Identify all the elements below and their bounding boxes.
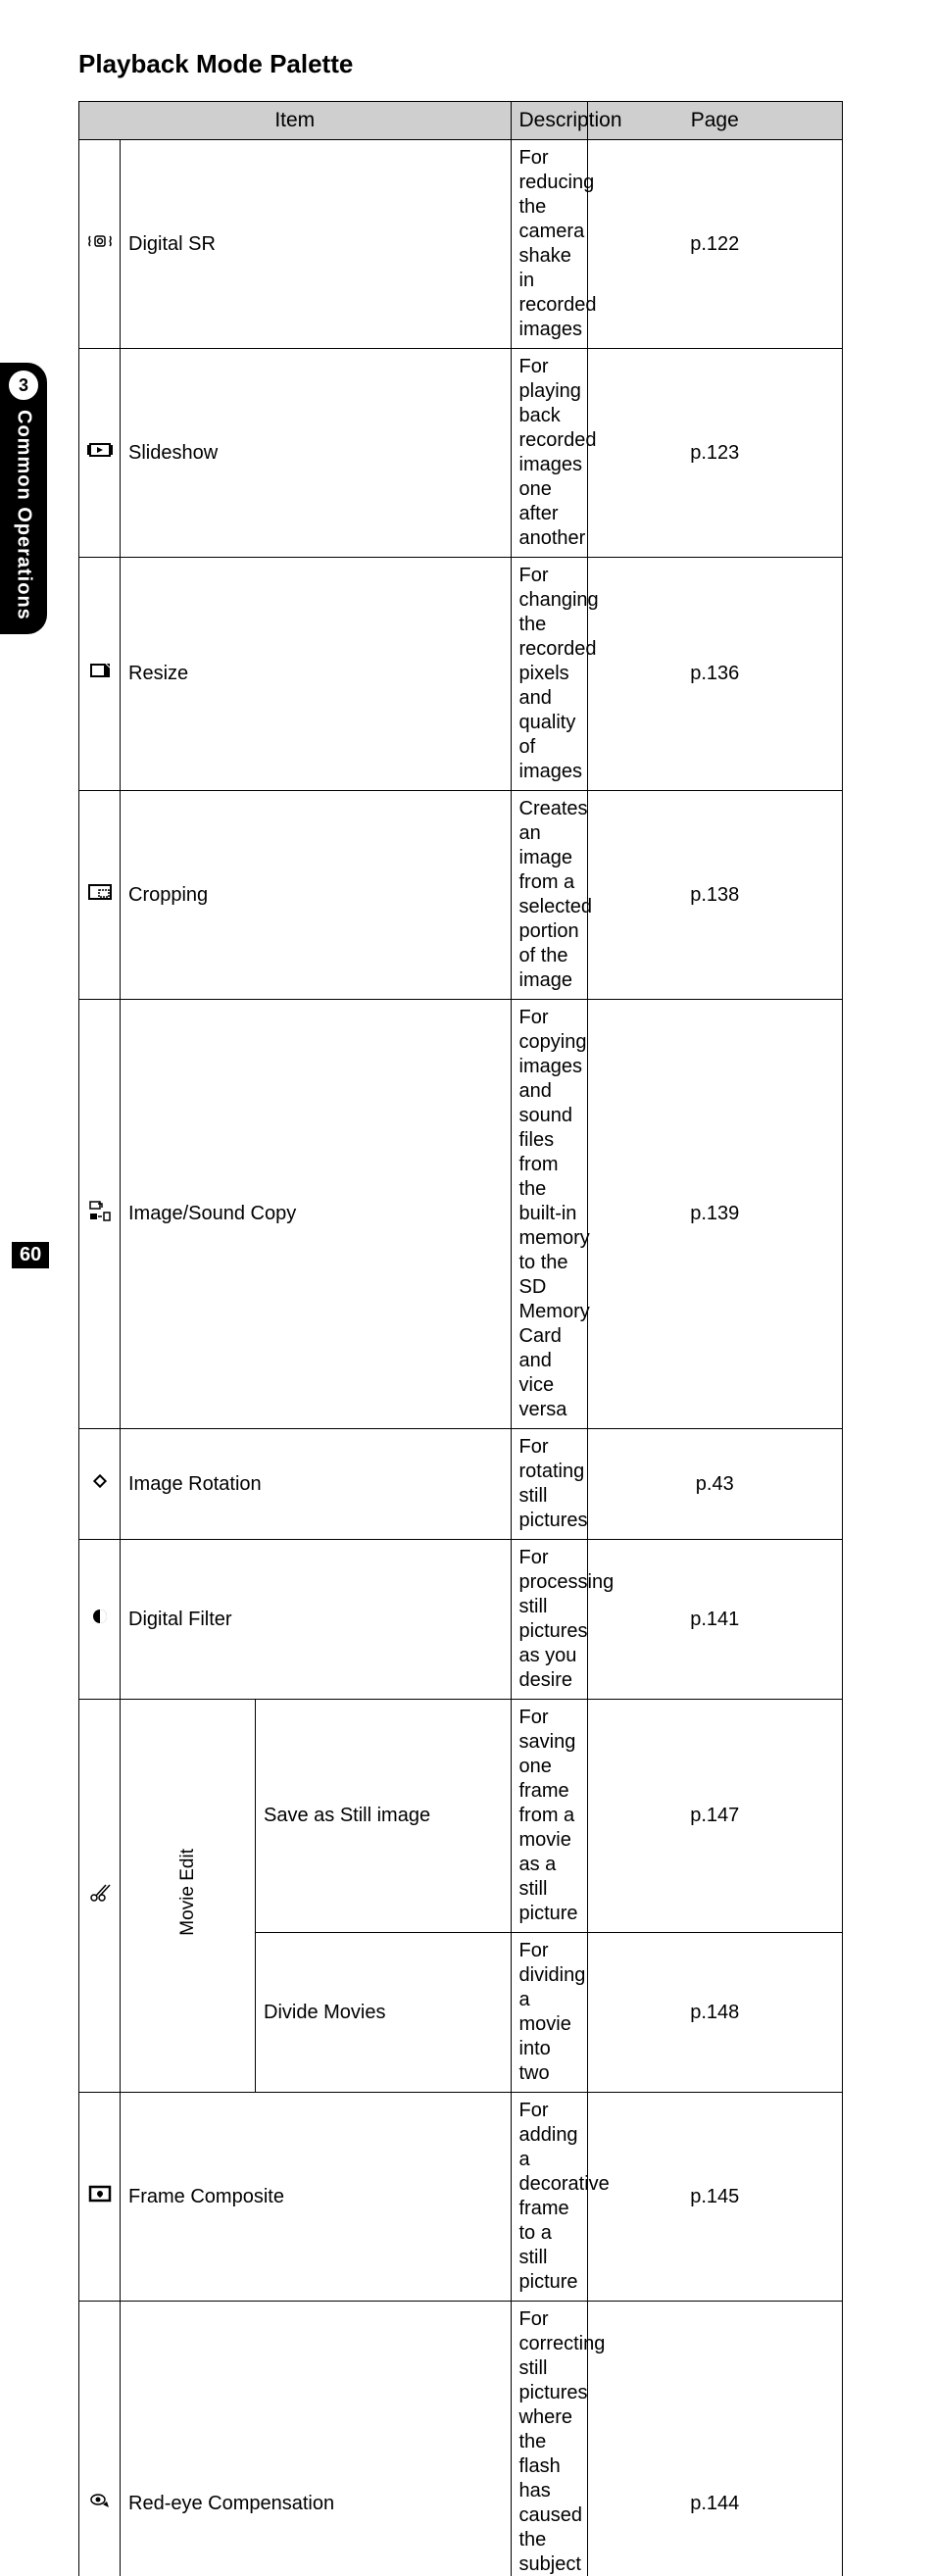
slideshow-icon	[79, 349, 121, 558]
section-title: Playback Mode Palette	[78, 49, 843, 79]
item-name: Digital Filter	[121, 1540, 512, 1700]
item-page: p.43	[587, 1429, 843, 1540]
item-name: Divide Movies	[256, 1933, 512, 2093]
item-desc: For copying images and sound files from …	[511, 1000, 587, 1429]
item-desc: Creates an image from a selected portion…	[511, 791, 587, 1000]
header-item: Item	[79, 102, 512, 140]
cropping-icon	[79, 791, 121, 1000]
item-page: p.144	[587, 2302, 843, 2576]
content: Playback Mode Palette Item Description P…	[78, 49, 843, 2576]
table-row: Digital SR For reducing the camera shake…	[79, 140, 843, 349]
table-row: Image Rotation For rotating still pictur…	[79, 1429, 843, 1540]
chapter-label: Common Operations	[13, 410, 35, 620]
table-row: Image/Sound Copy For copying images and …	[79, 1000, 843, 1429]
frame-composite-icon	[79, 2093, 121, 2302]
item-name: Image Rotation	[121, 1429, 512, 1540]
item-name: Red-eye Compensation	[121, 2302, 512, 2576]
item-name: Cropping	[121, 791, 512, 1000]
digital-filter-icon	[79, 1540, 121, 1700]
item-desc: For playing back recorded images one aft…	[511, 349, 587, 558]
table-row: Slideshow For playing back recorded imag…	[79, 349, 843, 558]
header-desc: Description	[511, 102, 587, 140]
item-name: Image/Sound Copy	[121, 1000, 512, 1429]
table-row: Red-eye Compensation For correcting stil…	[79, 2302, 843, 2576]
palette-table: Item Description Page Digital SR For red…	[78, 101, 843, 2576]
page-number: 60	[12, 1242, 49, 1268]
header-page: Page	[587, 102, 843, 140]
item-page: p.141	[587, 1540, 843, 1700]
item-desc: For rotating still pictures	[511, 1429, 587, 1540]
chapter-tab: 3 Common Operations	[0, 363, 47, 634]
item-desc: For saving one frame from a movie as a s…	[511, 1700, 587, 1933]
table-row: Frame Composite For adding a decorative …	[79, 2093, 843, 2302]
item-desc: For correcting still pictures where the …	[511, 2302, 587, 2576]
movie-edit-icon	[79, 1700, 121, 2093]
item-desc: For reducing the camera shake in recorde…	[511, 140, 587, 349]
item-desc: For adding a decorative frame to a still…	[511, 2093, 587, 2302]
table-row: Digital Filter For processing still pict…	[79, 1540, 843, 1700]
sidebar: 3 Common Operations 60	[0, 0, 47, 1288]
chapter-number: 3	[9, 371, 38, 400]
item-name: Digital SR	[121, 140, 512, 349]
item-page: p.138	[587, 791, 843, 1000]
resize-icon	[79, 558, 121, 791]
item-page: p.145	[587, 2093, 843, 2302]
item-name: Slideshow	[121, 349, 512, 558]
item-page: p.123	[587, 349, 843, 558]
item-page: p.139	[587, 1000, 843, 1429]
table-row: Movie Edit Save as Still image For savin…	[79, 1700, 843, 1933]
image-sound-copy-icon	[79, 1000, 121, 1429]
item-name: Resize	[121, 558, 512, 791]
item-page: p.147	[587, 1700, 843, 1933]
item-name: Save as Still image	[256, 1700, 512, 1933]
item-page: p.122	[587, 140, 843, 349]
item-desc: For dividing a movie into two	[511, 1933, 587, 2093]
item-desc: For changing the recorded pixels and qua…	[511, 558, 587, 791]
digital-sr-icon	[79, 140, 121, 349]
movie-edit-label: Movie Edit	[176, 1849, 200, 1936]
movie-edit-group: Movie Edit	[121, 1700, 256, 2093]
item-page: p.148	[587, 1933, 843, 2093]
table-row: Cropping Creates an image from a selecte…	[79, 791, 843, 1000]
item-page: p.136	[587, 558, 843, 791]
item-desc: For processing still pictures as you des…	[511, 1540, 587, 1700]
red-eye-icon	[79, 2302, 121, 2576]
image-rotation-icon	[79, 1429, 121, 1540]
item-name: Frame Composite	[121, 2093, 512, 2302]
table-row: Resize For changing the recorded pixels …	[79, 558, 843, 791]
